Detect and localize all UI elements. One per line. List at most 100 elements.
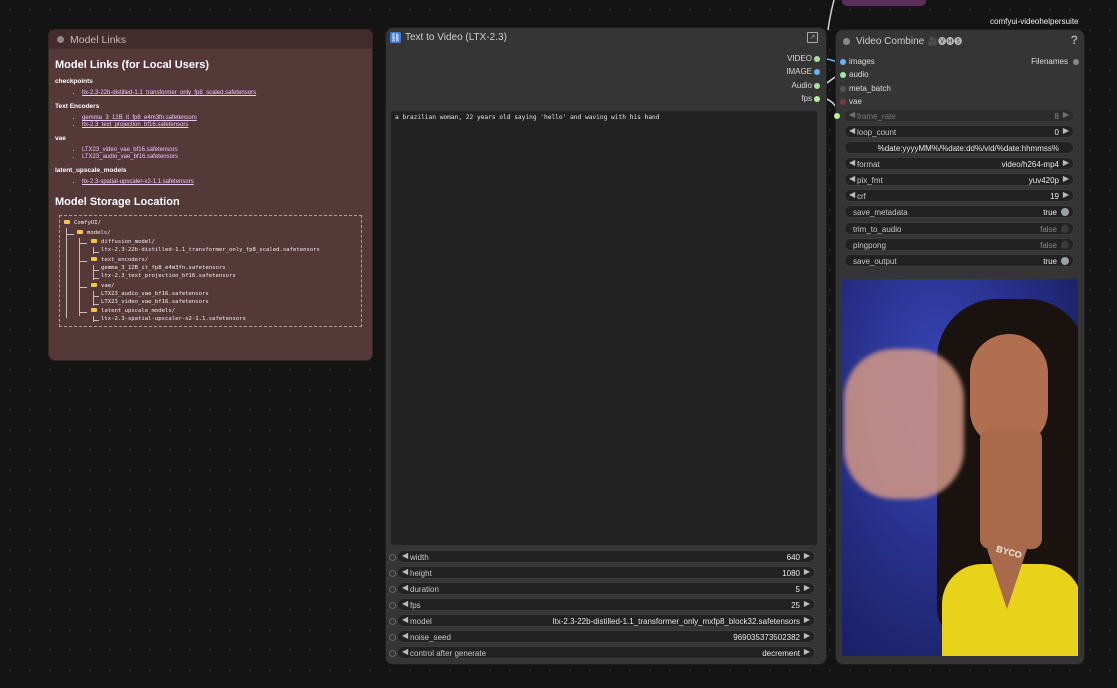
arrow-left-icon[interactable]: ◀ <box>849 110 855 119</box>
output-fps-socket[interactable] <box>814 96 820 102</box>
toggle-icon[interactable] <box>1061 257 1069 265</box>
arrow-right-icon[interactable]: ▶ <box>1063 174 1069 183</box>
output-audio-socket[interactable] <box>814 83 820 89</box>
top-partial-node[interactable] <box>842 0 926 6</box>
tree-file: ltx-2.3_text_projection_bf16.safetensors <box>101 273 236 279</box>
arrow-right-icon[interactable]: ▶ <box>804 631 810 640</box>
input-vae-socket[interactable] <box>840 99 846 105</box>
model-links-note[interactable]: Model Links Model Links (for Local Users… <box>49 30 372 360</box>
input-meta-batch-socket[interactable] <box>840 86 846 92</box>
t2v-widget-height[interactable]: ◀ height 1080 ▶ <box>397 566 815 579</box>
arrow-left-icon[interactable]: ◀ <box>402 631 408 640</box>
collapse-dot-icon[interactable] <box>843 38 850 45</box>
widget-label: noise_seed <box>410 632 451 642</box>
t2v-title-bar[interactable]: ⛓ Text to Video (LTX-2.3) <box>386 28 826 47</box>
vc-widget-trim_to_audio[interactable]: trim_to_audio false <box>844 222 1074 235</box>
vc-widget-save_metadata[interactable]: save_metadata true <box>844 205 1074 218</box>
arrow-right-icon[interactable]: ▶ <box>1063 126 1069 135</box>
preview-neck <box>980 429 1042 549</box>
output-image-socket[interactable] <box>814 69 820 75</box>
widget-input-socket[interactable] <box>389 650 396 657</box>
arrow-left-icon[interactable]: ◀ <box>402 599 408 608</box>
input-meta-batch-label: meta_batch <box>849 84 891 93</box>
vc-title-bar[interactable]: Video Combine 🎥🅥🅗🅢 <box>836 32 1084 51</box>
t2v-widget-noise_seed[interactable]: ◀ noise_seed 969035373502382 ▶ <box>397 630 815 643</box>
tree-file: ltx-2.3-spatial-upscaler-x2-1.1.safetens… <box>101 316 246 322</box>
t2v-widget-control-after-generate[interactable]: ◀ control after generate decrement ▶ <box>397 646 815 659</box>
input-images-socket[interactable] <box>840 59 846 65</box>
toggle-icon[interactable] <box>1061 241 1069 249</box>
widget-label: height <box>410 568 432 578</box>
frame-rate-input-socket[interactable] <box>834 113 840 119</box>
arrow-left-icon[interactable]: ◀ <box>402 583 408 592</box>
subgraph-icon: ⛓ <box>390 32 401 43</box>
widget-value: 25 <box>791 600 800 610</box>
widget-input-socket[interactable] <box>389 586 396 593</box>
arrow-right-icon[interactable]: ▶ <box>1063 110 1069 119</box>
widget-label: loop_count <box>857 127 897 137</box>
arrow-right-icon[interactable]: ▶ <box>804 599 810 608</box>
section-label-text-encoders: Text Encoders <box>55 103 100 110</box>
t2v-widget-width[interactable]: ◀ width 640 ▶ <box>397 550 815 563</box>
vc-widget-format[interactable]: ◀ ▶ format video/h264-mp4 <box>844 157 1074 170</box>
toggle-icon[interactable] <box>1061 208 1069 216</box>
t2v-widget-fps[interactable]: ◀ fps 25 ▶ <box>397 598 815 611</box>
vc-widget-save_output[interactable]: save_output true <box>844 254 1074 267</box>
toggle-icon[interactable] <box>1061 225 1069 233</box>
arrow-right-icon[interactable]: ▶ <box>804 583 810 592</box>
widget-label: trim_to_audio <box>853 224 902 234</box>
link-upscaler[interactable]: ltx-2.3-spatial-upscaler-x2-1.1.safetens… <box>82 179 366 186</box>
text-to-video-node[interactable]: ⛓ Text to Video (LTX-2.3) ↗ VIDEO IMAGE … <box>386 28 826 664</box>
video-preview[interactable]: BYCO <box>842 279 1078 656</box>
tree-diffusion: diffusion_model/ <box>101 239 155 245</box>
arrow-left-icon[interactable]: ◀ <box>849 190 855 199</box>
vc-widget-crf[interactable]: ◀ ▶ crf 19 <box>844 189 1074 202</box>
vc-widget-pingpong[interactable]: pingpong false <box>844 238 1074 251</box>
arrow-left-icon[interactable]: ◀ <box>402 647 408 656</box>
arrow-right-icon[interactable]: ▶ <box>804 551 810 560</box>
arrow-left-icon[interactable]: ◀ <box>402 615 408 624</box>
output-filenames-socket[interactable] <box>1073 59 1079 65</box>
t2v-widget-model[interactable]: ◀ model ltx-2.3-22b-distilled-1.1_transfor… <box>397 614 815 627</box>
vc-widget-pix_fmt[interactable]: ◀ ▶ pix_fmt yuv420p <box>844 173 1074 186</box>
arrow-right-icon[interactable]: ▶ <box>804 615 810 624</box>
widget-label: control after generate <box>410 648 487 658</box>
input-audio-socket[interactable] <box>840 72 846 78</box>
link-checkpoint[interactable]: ltx-2.3-22b-distilled-1.1_transformer_on… <box>82 90 366 97</box>
prompt-textarea[interactable]: a brazilian woman, 22 years old saying '… <box>391 111 817 545</box>
arrow-left-icon[interactable]: ◀ <box>402 567 408 576</box>
vc-widget-filename-prefix[interactable]: %date:yyyyMM%/%date:dd%/vid/%date:hhmmss… <box>844 141 1074 154</box>
link-audio-vae[interactable]: LTX23_audio_vae_bf16.safetensors <box>82 154 366 161</box>
arrow-right-icon[interactable]: ▶ <box>1063 158 1069 167</box>
arrow-right-icon[interactable]: ▶ <box>1063 190 1069 199</box>
arrow-left-icon[interactable]: ◀ <box>402 551 408 560</box>
link-text-projection[interactable]: ltx-2.3_text_projection_bf16.safetensors <box>82 122 366 129</box>
storage-tree: ComfyUI/ models/ diffusion_model/ ltx-2.… <box>59 215 362 327</box>
widget-input-socket[interactable] <box>389 602 396 609</box>
arrow-left-icon[interactable]: ◀ <box>849 158 855 167</box>
widget-input-socket[interactable] <box>389 570 396 577</box>
vc-widget-loop_count[interactable]: ◀ ▶ loop_count 0 <box>844 125 1074 138</box>
widget-input-socket[interactable] <box>389 618 396 625</box>
expand-icon[interactable]: ↗ <box>807 32 818 43</box>
link-gemma[interactable]: gemma_3_12B_it_fp8_e4m3fn.safetensors <box>82 115 366 122</box>
widget-value: false <box>1040 240 1057 250</box>
help-icon[interactable]: ? <box>1071 33 1078 47</box>
widget-value: 0 <box>1054 127 1059 137</box>
arrow-right-icon[interactable]: ▶ <box>804 647 810 656</box>
collapse-dot-icon[interactable] <box>57 36 64 43</box>
widget-input-socket[interactable] <box>389 554 396 561</box>
arrow-right-icon[interactable]: ▶ <box>804 567 810 576</box>
vc-widget-frame_rate[interactable]: ◀ ▶ frame_rate 8 <box>844 109 1074 122</box>
widget-value: 969035373502382 <box>733 632 800 642</box>
output-video-socket[interactable] <box>814 56 820 62</box>
arrow-left-icon[interactable]: ◀ <box>849 126 855 135</box>
t2v-widget-duration[interactable]: ◀ duration 5 ▶ <box>397 582 815 595</box>
widget-label: pix_fmt <box>857 175 883 185</box>
arrow-left-icon[interactable]: ◀ <box>849 174 855 183</box>
link-video-vae[interactable]: LTX23_video_vae_bf16.safetensors <box>82 147 366 154</box>
note-title-bar[interactable]: Model Links <box>49 30 372 49</box>
tree-file: LTX23_audio_vae_bf16.safetensors <box>101 291 209 297</box>
video-combine-node[interactable]: Video Combine 🎥🅥🅗🅢 ? images audio meta_b… <box>834 30 1084 664</box>
widget-input-socket[interactable] <box>389 634 396 641</box>
